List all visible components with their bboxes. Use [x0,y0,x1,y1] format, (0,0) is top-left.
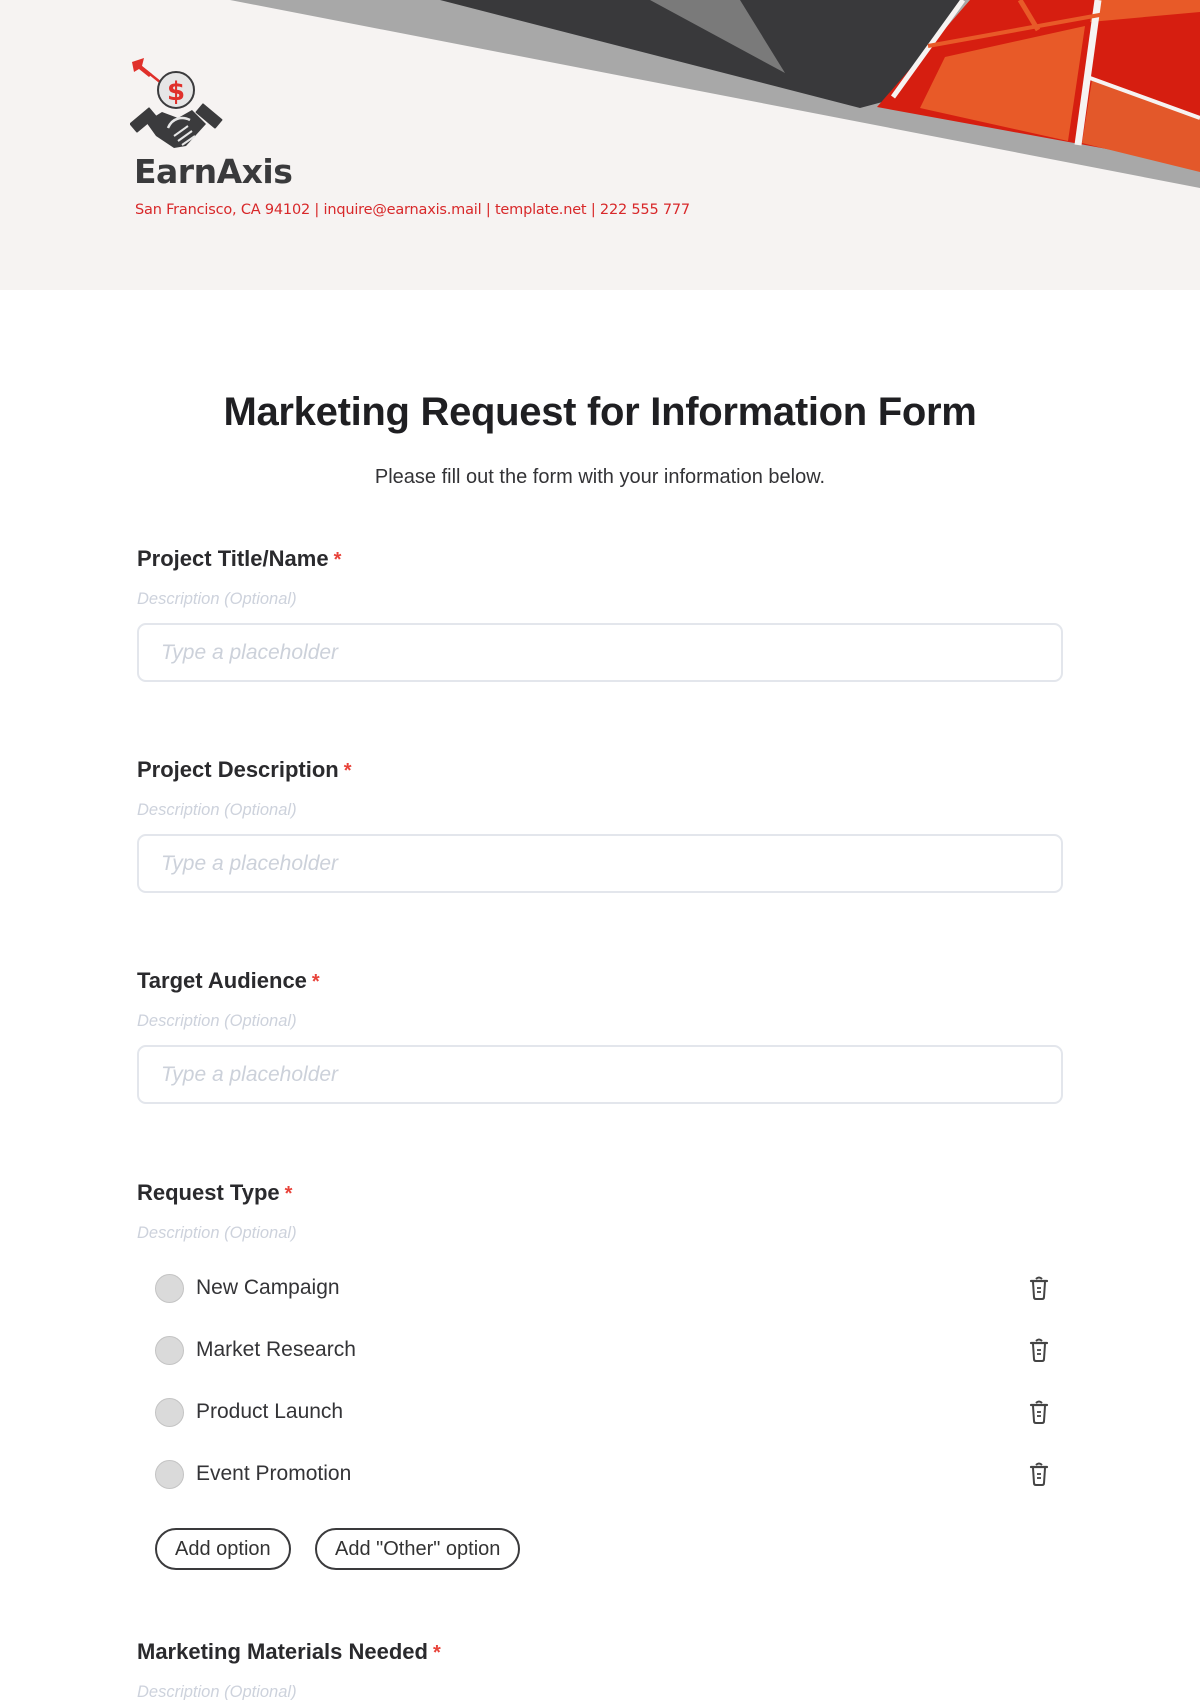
field-project-description: Project Description * Description (Option… [137,755,1063,893]
radio-button[interactable] [155,1459,184,1489]
required-marker: * [343,760,352,782]
radio-label[interactable]: Event Promotion [196,1462,351,1486]
field-description[interactable]: Description (Optional) [137,1222,1063,1244]
add-option-button[interactable]: Add option [155,1528,291,1570]
radio-button[interactable] [155,1397,184,1427]
radio-label[interactable]: Product Launch [196,1400,343,1424]
radio-label[interactable]: Market Research [196,1338,356,1362]
trash-icon[interactable] [1025,1398,1053,1426]
trash-icon[interactable] [1025,1336,1053,1364]
brand-name: EarnAxis [134,152,293,191]
target-audience-input[interactable] [137,1045,1063,1104]
field-label: Project Title/Name * [137,546,342,571]
field-project-title: Project Title/Name * Description (Optiona… [137,544,1063,682]
field-label: Project Description * [137,757,352,782]
handshake-dollar-target-icon: $ [130,58,223,148]
project-title-input[interactable] [137,623,1063,682]
radio-option[interactable]: Product Launch [155,1395,1055,1429]
field-label: Target Audience * [137,968,320,993]
radio-label[interactable]: New Campaign [196,1276,340,1300]
form-subtitle: Please fill out the form with your infor… [374,466,826,488]
field-target-audience: Target Audience * Description (Optional) [137,966,1063,1104]
contact-line: San Francisco, CA 94102 | inquire@earnax… [135,202,690,218]
radio-option[interactable]: New Campaign [155,1271,1055,1305]
required-marker: * [284,1183,293,1205]
field-description[interactable]: Description (Optional) [137,588,1063,610]
field-marketing-materials: Marketing Materials Needed * Description … [137,1637,1063,1700]
radio-button[interactable] [155,1273,184,1303]
add-other-option-button[interactable]: Add "Other" option [315,1528,521,1570]
radio-option[interactable]: Event Promotion [155,1457,1055,1491]
required-marker: * [333,549,342,571]
trash-icon[interactable] [1025,1460,1053,1488]
field-description[interactable]: Description (Optional) [137,1010,1063,1032]
field-request-type: Request Type * Description (Optional) [137,1178,1063,1244]
radio-button[interactable] [155,1335,184,1365]
field-description[interactable]: Description (Optional) [137,1681,1063,1700]
form-title: Marketing Request for Information Form [223,390,977,434]
project-description-input[interactable] [137,834,1063,893]
field-label: Request Type * [137,1180,293,1205]
radio-option[interactable]: Market Research [155,1333,1055,1367]
letterhead-header: $ EarnAxis San Francisco, CA 94102 | inq… [0,0,1200,290]
svg-text:$: $ [167,77,185,107]
required-marker: * [311,971,320,993]
required-marker: * [432,1642,441,1664]
field-description[interactable]: Description (Optional) [137,799,1063,821]
field-label: Marketing Materials Needed * [137,1639,441,1664]
trash-icon[interactable] [1025,1274,1053,1302]
